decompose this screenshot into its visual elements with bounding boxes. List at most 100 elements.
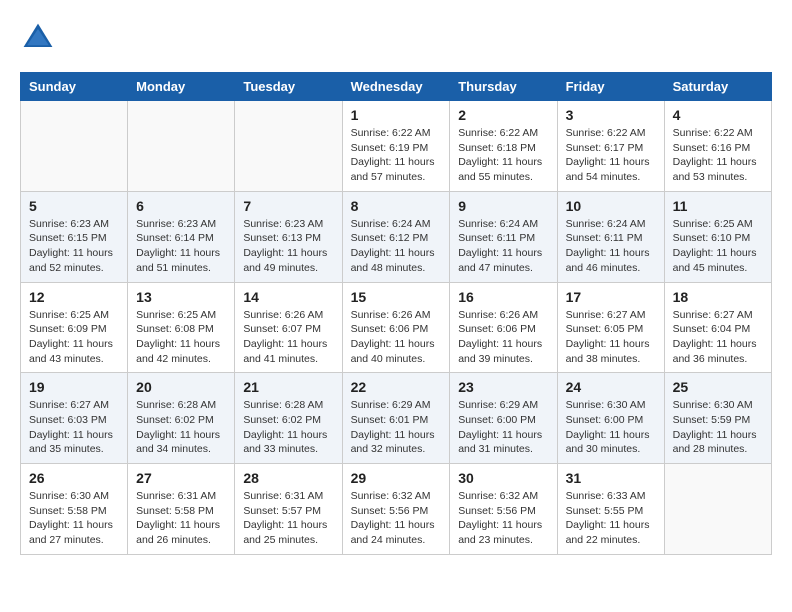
- calendar-cell: 28 Sunrise: 6:31 AM Sunset: 5:57 PM Dayli…: [235, 464, 342, 555]
- calendar-cell: 27Sunrise: 6:31 AM Sunset: 5:58 PM Dayli…: [128, 464, 235, 555]
- calendar-cell: 9 Sunrise: 6:24 AM Sunset: 6:11 PM Daylig…: [450, 191, 557, 282]
- page-header: [20, 20, 772, 56]
- day-number: 1: [351, 107, 442, 123]
- calendar-cell: 7 Sunrise: 6:23 AM Sunset: 6:13 PM Daylig…: [235, 191, 342, 282]
- calendar-cell: 12 Sunrise: 6:25 AM Sunset: 6:09 PM Dayli…: [21, 282, 128, 373]
- calendar-cell: [21, 101, 128, 192]
- calendar-week-5: 26 Sunrise: 6:30 AM Sunset: 5:58 PM Dayli…: [21, 464, 772, 555]
- calendar-cell: 18Sunrise: 6:27 AM Sunset: 6:04 PM Dayli…: [664, 282, 771, 373]
- calendar-cell: 8 Sunrise: 6:24 AM Sunset: 6:12 PM Daylig…: [342, 191, 450, 282]
- calendar-cell: 5Sunrise: 6:23 AM Sunset: 6:15 PM Daylig…: [21, 191, 128, 282]
- calendar-cell: 10 Sunrise: 6:24 AM Sunset: 6:11 PM Dayli…: [557, 191, 664, 282]
- day-info: Sunrise: 6:25 AM Sunset: 6:09 PM Dayligh…: [29, 308, 119, 367]
- calendar-header-row: SundayMondayTuesdayWednesdayThursdayFrid…: [21, 73, 772, 101]
- day-info: Sunrise: 6:25 AM Sunset: 6:10 PM Dayligh…: [673, 217, 763, 276]
- day-header-sunday: Sunday: [21, 73, 128, 101]
- day-number: 9: [458, 198, 548, 214]
- day-info: Sunrise: 6:26 AM Sunset: 6:06 PM Dayligh…: [458, 308, 548, 367]
- day-number: 26: [29, 470, 119, 486]
- calendar-cell: 17 Sunrise: 6:27 AM Sunset: 6:05 PM Dayli…: [557, 282, 664, 373]
- day-info: Sunrise: 6:24 AM Sunset: 6:11 PM Dayligh…: [566, 217, 656, 276]
- day-info: Sunrise: 6:24 AM Sunset: 6:12 PM Dayligh…: [351, 217, 442, 276]
- calendar-cell: 23 Sunrise: 6:29 AM Sunset: 6:00 PM Dayli…: [450, 373, 557, 464]
- day-number: 15: [351, 289, 442, 305]
- day-info: Sunrise: 6:29 AM Sunset: 6:00 PM Dayligh…: [458, 398, 548, 457]
- calendar-week-4: 19 Sunrise: 6:27 AM Sunset: 6:03 PM Dayli…: [21, 373, 772, 464]
- day-info: Sunrise: 6:32 AM Sunset: 5:56 PM Dayligh…: [351, 489, 442, 548]
- day-number: 11: [673, 198, 763, 214]
- calendar-week-3: 12 Sunrise: 6:25 AM Sunset: 6:09 PM Dayli…: [21, 282, 772, 373]
- day-number: 14: [243, 289, 333, 305]
- day-number: 24: [566, 379, 656, 395]
- day-info: Sunrise: 6:29 AM Sunset: 6:01 PM Dayligh…: [351, 398, 442, 457]
- day-number: 8: [351, 198, 442, 214]
- day-info: Sunrise: 6:23 AM Sunset: 6:15 PM Dayligh…: [29, 217, 119, 276]
- calendar-cell: 14 Sunrise: 6:26 AM Sunset: 6:07 PM Dayli…: [235, 282, 342, 373]
- day-number: 29: [351, 470, 442, 486]
- day-number: 17: [566, 289, 656, 305]
- calendar-cell: 20 Sunrise: 6:28 AM Sunset: 6:02 PM Dayli…: [128, 373, 235, 464]
- day-info: Sunrise: 6:22 AM Sunset: 6:16 PM Dayligh…: [673, 126, 763, 185]
- day-info: Sunrise: 6:23 AM Sunset: 6:13 PM Dayligh…: [243, 217, 333, 276]
- day-number: 12: [29, 289, 119, 305]
- calendar-cell: 2 Sunrise: 6:22 AM Sunset: 6:18 PM Daylig…: [450, 101, 557, 192]
- calendar-cell: 29 Sunrise: 6:32 AM Sunset: 5:56 PM Dayli…: [342, 464, 450, 555]
- day-info: Sunrise: 6:22 AM Sunset: 6:19 PM Dayligh…: [351, 126, 442, 185]
- calendar-week-2: 5Sunrise: 6:23 AM Sunset: 6:15 PM Daylig…: [21, 191, 772, 282]
- calendar-cell: 15 Sunrise: 6:26 AM Sunset: 6:06 PM Dayli…: [342, 282, 450, 373]
- day-info: Sunrise: 6:30 AM Sunset: 5:59 PM Dayligh…: [673, 398, 763, 457]
- calendar-week-1: 1 Sunrise: 6:22 AM Sunset: 6:19 PM Daylig…: [21, 101, 772, 192]
- calendar-cell: [128, 101, 235, 192]
- day-number: 25: [673, 379, 763, 395]
- day-number: 21: [243, 379, 333, 395]
- day-number: 30: [458, 470, 548, 486]
- calendar-table: SundayMondayTuesdayWednesdayThursdayFrid…: [20, 72, 772, 555]
- day-info: Sunrise: 6:27 AM Sunset: 6:05 PM Dayligh…: [566, 308, 656, 367]
- day-number: 13: [136, 289, 226, 305]
- day-info: Sunrise: 6:30 AM Sunset: 6:00 PM Dayligh…: [566, 398, 656, 457]
- day-info: Sunrise: 6:30 AM Sunset: 5:58 PM Dayligh…: [29, 489, 119, 548]
- logo-icon: [20, 20, 56, 56]
- day-number: 16: [458, 289, 548, 305]
- calendar-cell: 16 Sunrise: 6:26 AM Sunset: 6:06 PM Dayli…: [450, 282, 557, 373]
- day-number: 19: [29, 379, 119, 395]
- day-number: 23: [458, 379, 548, 395]
- day-info: Sunrise: 6:26 AM Sunset: 6:07 PM Dayligh…: [243, 308, 333, 367]
- calendar-cell: 4 Sunrise: 6:22 AM Sunset: 6:16 PM Daylig…: [664, 101, 771, 192]
- day-info: Sunrise: 6:28 AM Sunset: 6:02 PM Dayligh…: [136, 398, 226, 457]
- day-number: 31: [566, 470, 656, 486]
- day-header-tuesday: Tuesday: [235, 73, 342, 101]
- calendar-cell: 6Sunrise: 6:23 AM Sunset: 6:14 PM Daylig…: [128, 191, 235, 282]
- day-number: 28: [243, 470, 333, 486]
- day-number: 7: [243, 198, 333, 214]
- day-number: 3: [566, 107, 656, 123]
- day-number: 22: [351, 379, 442, 395]
- day-number: 27: [136, 470, 226, 486]
- day-info: Sunrise: 6:24 AM Sunset: 6:11 PM Dayligh…: [458, 217, 548, 276]
- day-number: 20: [136, 379, 226, 395]
- day-info: Sunrise: 6:22 AM Sunset: 6:18 PM Dayligh…: [458, 126, 548, 185]
- calendar-cell: [235, 101, 342, 192]
- day-info: Sunrise: 6:28 AM Sunset: 6:02 PM Dayligh…: [243, 398, 333, 457]
- calendar-cell: 21 Sunrise: 6:28 AM Sunset: 6:02 PM Dayli…: [235, 373, 342, 464]
- day-info: Sunrise: 6:26 AM Sunset: 6:06 PM Dayligh…: [351, 308, 442, 367]
- day-info: Sunrise: 6:25 AM Sunset: 6:08 PM Dayligh…: [136, 308, 226, 367]
- calendar-cell: 25 Sunrise: 6:30 AM Sunset: 5:59 PM Dayli…: [664, 373, 771, 464]
- day-info: Sunrise: 6:31 AM Sunset: 5:57 PM Dayligh…: [243, 489, 333, 548]
- day-header-saturday: Saturday: [664, 73, 771, 101]
- calendar-cell: 31Sunrise: 6:33 AM Sunset: 5:55 PM Dayli…: [557, 464, 664, 555]
- calendar-cell: 22 Sunrise: 6:29 AM Sunset: 6:01 PM Dayli…: [342, 373, 450, 464]
- day-number: 4: [673, 107, 763, 123]
- calendar-cell: 13 Sunrise: 6:25 AM Sunset: 6:08 PM Dayli…: [128, 282, 235, 373]
- day-number: 10: [566, 198, 656, 214]
- day-info: Sunrise: 6:32 AM Sunset: 5:56 PM Dayligh…: [458, 489, 548, 548]
- day-header-thursday: Thursday: [450, 73, 557, 101]
- day-number: 2: [458, 107, 548, 123]
- calendar-cell: 24 Sunrise: 6:30 AM Sunset: 6:00 PM Dayli…: [557, 373, 664, 464]
- day-header-friday: Friday: [557, 73, 664, 101]
- day-info: Sunrise: 6:27 AM Sunset: 6:03 PM Dayligh…: [29, 398, 119, 457]
- day-header-wednesday: Wednesday: [342, 73, 450, 101]
- calendar-cell: [664, 464, 771, 555]
- logo: [20, 20, 62, 56]
- day-info: Sunrise: 6:23 AM Sunset: 6:14 PM Dayligh…: [136, 217, 226, 276]
